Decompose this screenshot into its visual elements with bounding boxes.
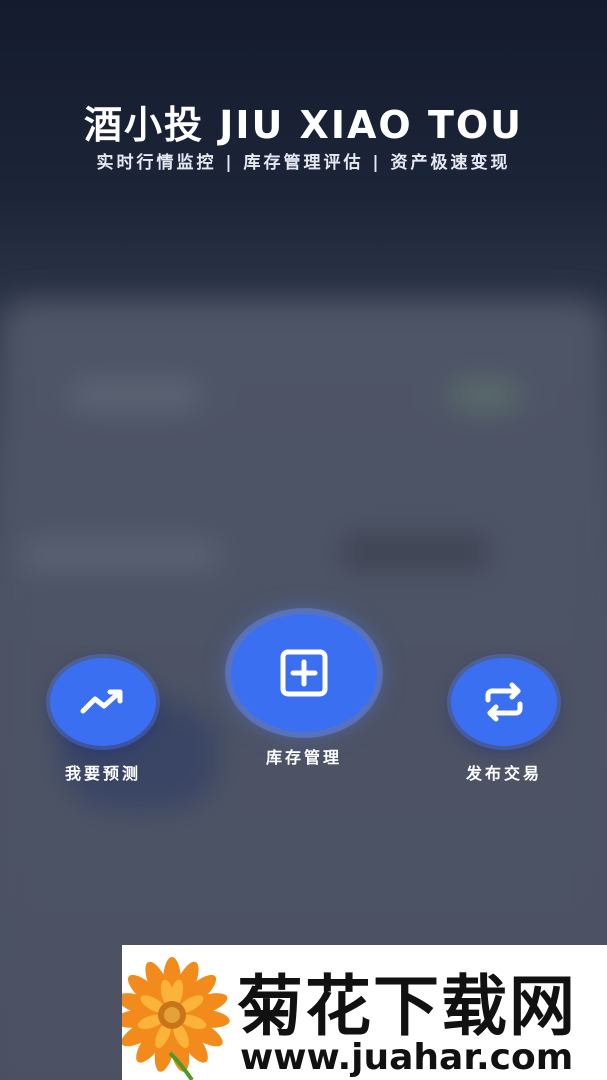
app-subtitle: 实时行情监控 | 库存管理评估 | 资产极速变现 [96, 153, 511, 173]
flower-logo-icon [122, 957, 230, 1080]
predict-button[interactable] [50, 658, 156, 746]
blurred-text-block [70, 380, 200, 410]
trade-label: 发布交易 [465, 764, 542, 783]
blurred-text-block [340, 535, 490, 569]
swap-arrows-icon [485, 682, 523, 722]
trade-action[interactable]: 发布交易 [447, 658, 561, 784]
app-title: 酒小投 JIU XIAO TOU [83, 103, 524, 147]
watermark-url: www.juahar.com [240, 1037, 574, 1078]
predict-label: 我要预测 [64, 764, 141, 783]
blurred-text-block [450, 380, 520, 410]
watermark-title: 菊花下载网 [237, 968, 577, 1045]
inventory-button[interactable] [231, 614, 377, 732]
watermark-banner: 菊花下载网 www.juahar.com [122, 945, 607, 1080]
inventory-label: 库存管理 [265, 748, 342, 767]
trade-button[interactable] [451, 658, 557, 746]
plus-square-icon [280, 649, 328, 697]
inventory-action[interactable]: 库存管理 [226, 614, 382, 768]
blurred-text-block [20, 540, 220, 570]
trend-up-icon [80, 689, 123, 714]
predict-action[interactable]: 我要预测 [46, 658, 160, 784]
